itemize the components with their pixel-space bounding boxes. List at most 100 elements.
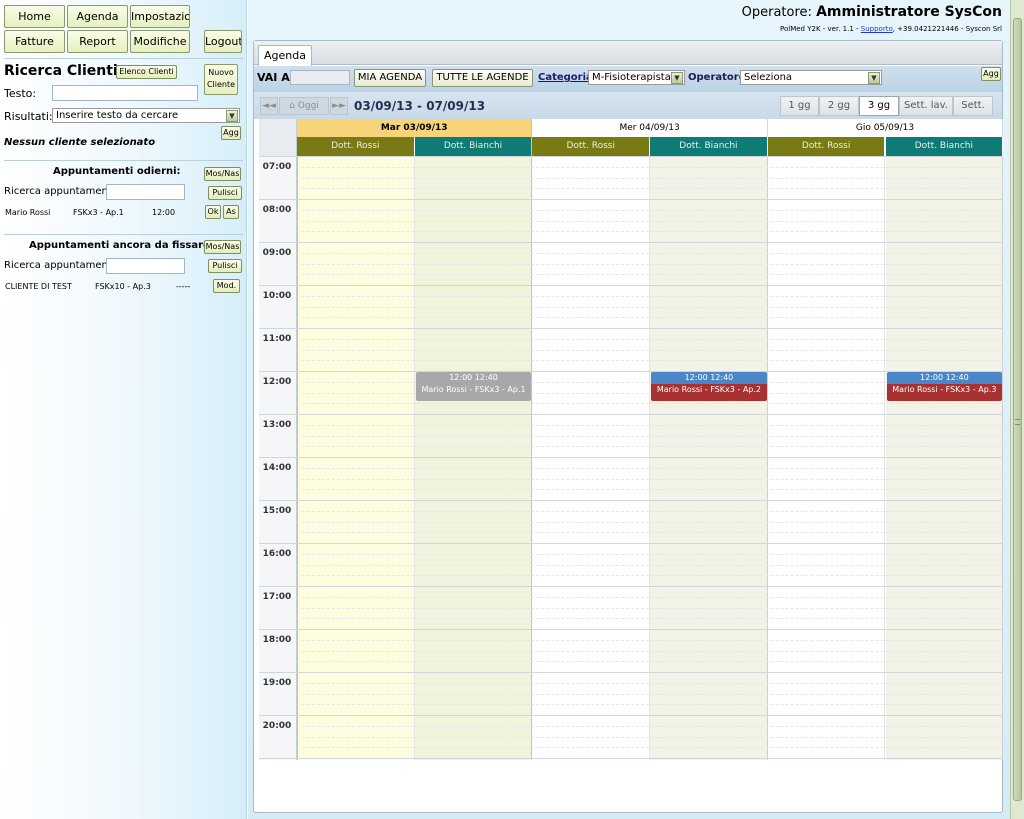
chevron-down-icon: ▼ [671, 72, 683, 84]
slot-line [297, 650, 1003, 652]
pending-appointments-title: Appuntamenti ancora da fissare: [29, 240, 214, 251]
slot-line [297, 338, 1003, 340]
slot-line [297, 510, 1003, 512]
hour-line [259, 156, 1003, 157]
scrollbar-thumb[interactable] [1013, 18, 1022, 801]
today-pulisci-button[interactable]: Pulisci [208, 186, 242, 200]
time-label: 07:00 [262, 162, 292, 172]
risultati-select[interactable]: Inserire testo da cercare ▼ [52, 108, 240, 123]
appointment[interactable]: 12:00 12:40 Mario Rossi - FSKx3 - Ap.3 [886, 372, 1003, 401]
pending-client: CLIENTE DI TEST [5, 282, 72, 291]
time-label: 20:00 [262, 721, 292, 731]
scrollbar[interactable] [1010, 0, 1024, 819]
slot-line [297, 424, 1003, 426]
mia-agenda-button[interactable]: MIA AGENDA [354, 69, 426, 87]
time-label: 17:00 [262, 592, 292, 602]
view-2gg-button[interactable]: 2 gg [819, 96, 859, 116]
agenda-button[interactable]: Agenda [67, 5, 128, 28]
appointment-client: Mario Rossi [5, 208, 51, 217]
supporto-link[interactable]: Supporto [861, 25, 893, 33]
today-appointments-title: Appuntamenti odierni: [53, 166, 181, 177]
hour-line [259, 715, 1003, 716]
no-client-text: Nessun cliente selezionato [4, 137, 156, 148]
as-button[interactable]: As [223, 205, 239, 219]
doctor-column-header: Dott. Bianchi [414, 137, 533, 156]
slot-line [297, 575, 1003, 577]
pending-code: FSKx10 - Ap.3 [95, 282, 151, 291]
pending-mos-nas-button[interactable]: Mos/Nas [204, 240, 241, 254]
view-sett-lav-button[interactable]: Sett. lav. [899, 96, 953, 116]
nuovo-cliente-button[interactable]: Nuovo Cliente [204, 64, 238, 95]
hour-line [259, 586, 1003, 587]
hour-line [259, 414, 1003, 415]
calendar-column[interactable] [650, 156, 768, 760]
appointment[interactable]: 12:00 12:40 Mario Rossi - FSKx3 - Ap.2 [651, 372, 767, 401]
search-title: Ricerca Clienti: [4, 63, 124, 79]
view-3gg-button[interactable]: 3 gg [859, 96, 899, 116]
oggi-button[interactable]: ⌂ Oggi [279, 97, 329, 115]
logout-button[interactable]: Logout [204, 30, 242, 53]
slot-line [297, 553, 1003, 555]
slot-line [297, 403, 1003, 405]
slot-line [297, 252, 1003, 254]
slot-line [297, 682, 1003, 684]
prev-arrow-icon[interactable]: ◄◄ [260, 97, 278, 115]
time-label: 12:00 [262, 377, 292, 387]
calendar-column[interactable] [532, 156, 651, 760]
slot-line [297, 639, 1003, 641]
testo-label: Testo: [4, 87, 37, 100]
slot-line [297, 725, 1003, 727]
slot-line [297, 521, 1003, 523]
hour-line [259, 285, 1003, 286]
date-range: 03/09/13 - 07/09/13 [354, 99, 486, 113]
fatture-button[interactable]: Fatture [4, 30, 65, 53]
agenda-agg-button[interactable]: Agg [981, 67, 1001, 81]
pending-pulisci-button[interactable]: Pulisci [208, 259, 242, 273]
pending-search-input[interactable] [106, 258, 185, 274]
testo-input[interactable] [52, 85, 198, 101]
today-mos-nas-button[interactable]: Mos/Nas [204, 167, 241, 181]
doctor-column-header: Dott. Bianchi [650, 137, 768, 156]
home-button[interactable]: Home [4, 5, 65, 28]
vai-a-input[interactable] [290, 70, 350, 85]
tutte-agende-button[interactable]: TUTTE LE AGENDE [432, 69, 533, 87]
today-search-input[interactable] [106, 184, 185, 200]
contact-text: , +39.0421221446 - Syscon Srl [892, 25, 1002, 33]
impostazioni-button[interactable]: Impostazioni [130, 5, 190, 28]
modifiche-button[interactable]: Modifiche [130, 30, 190, 53]
calendar-column[interactable] [767, 156, 886, 760]
slot-line [297, 564, 1003, 566]
time-label: 10:00 [262, 291, 292, 301]
calendar-column[interactable] [885, 156, 1004, 760]
appointment-description: Mario Rossi - FSKx3 - Ap.3 [886, 384, 1003, 401]
elenco-clienti-button[interactable]: Elenco Clienti [116, 65, 177, 79]
version-info: PolMed Y2K - ver. 1.1 - Supporto, +39.04… [780, 25, 1002, 33]
tab-agenda[interactable]: Agenda [258, 45, 312, 66]
appointment-time: 12:00 [152, 208, 176, 217]
day-header[interactable]: Gio 05/09/13 [767, 119, 1004, 137]
slot-line [297, 446, 1003, 448]
slot-line [297, 349, 1003, 351]
divider [4, 58, 243, 59]
appointment[interactable]: 12:00 12:40 Mario Rossi - FSKx3 - Ap.1 [415, 372, 532, 401]
calendar-column[interactable] [297, 156, 415, 760]
mod-button[interactable]: Mod. [213, 279, 240, 293]
hour-line [259, 629, 1003, 630]
view-1gg-button[interactable]: 1 gg [780, 96, 819, 116]
grid-corner [259, 119, 297, 156]
slot-line [297, 360, 1003, 362]
slot-line [297, 306, 1003, 308]
doctor-column-header: Dott. Rossi [767, 137, 886, 156]
day-header[interactable]: Mar 03/09/13 [297, 119, 533, 137]
next-arrow-icon[interactable]: ►► [330, 97, 348, 115]
calendar-column[interactable] [414, 156, 533, 760]
ok-button[interactable]: Ok [205, 205, 221, 219]
slot-line [297, 177, 1003, 179]
day-header[interactable]: Mer 04/09/13 [532, 119, 768, 137]
slot-line [297, 220, 1003, 222]
operatore-select[interactable]: Seleziona ▼ [740, 70, 882, 85]
view-sett-button[interactable]: Sett. [953, 96, 993, 116]
report-button[interactable]: Report [67, 30, 128, 53]
categoria-select[interactable]: M-Fisioterapista ▼ [588, 70, 685, 85]
agg-button[interactable]: Agg [221, 126, 241, 140]
